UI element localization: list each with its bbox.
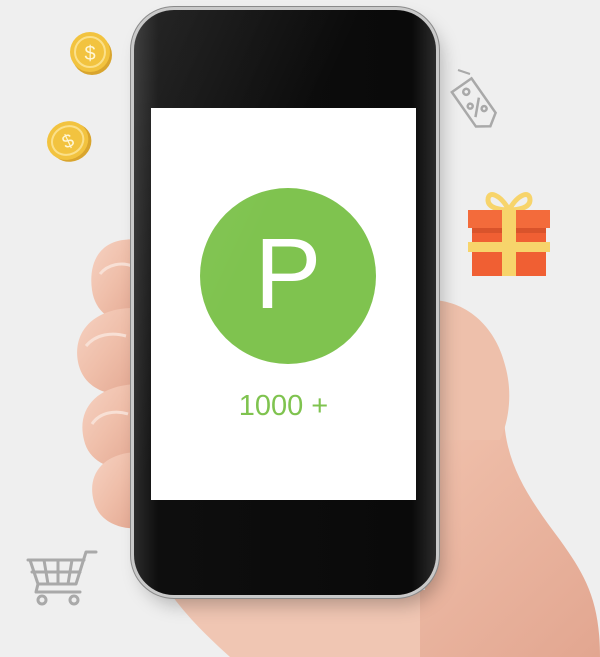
- smartphone: P 1000 +: [134, 10, 436, 595]
- phone-screen: P 1000 +: [151, 108, 416, 500]
- points-badge: P: [200, 188, 376, 364]
- dollar-coin-icon: $: [70, 32, 112, 75]
- points-badge-letter: P: [254, 218, 322, 330]
- price-tag-percent-icon: [450, 69, 498, 128]
- promo-illustration: P 1000 + $ $: [0, 0, 600, 657]
- dollar-coin-icon: $: [47, 121, 92, 162]
- svg-text:$: $: [84, 43, 95, 65]
- points-amount: 1000 +: [238, 390, 329, 422]
- gift-box-icon: [468, 192, 550, 276]
- shopping-cart-icon: [26, 550, 98, 606]
